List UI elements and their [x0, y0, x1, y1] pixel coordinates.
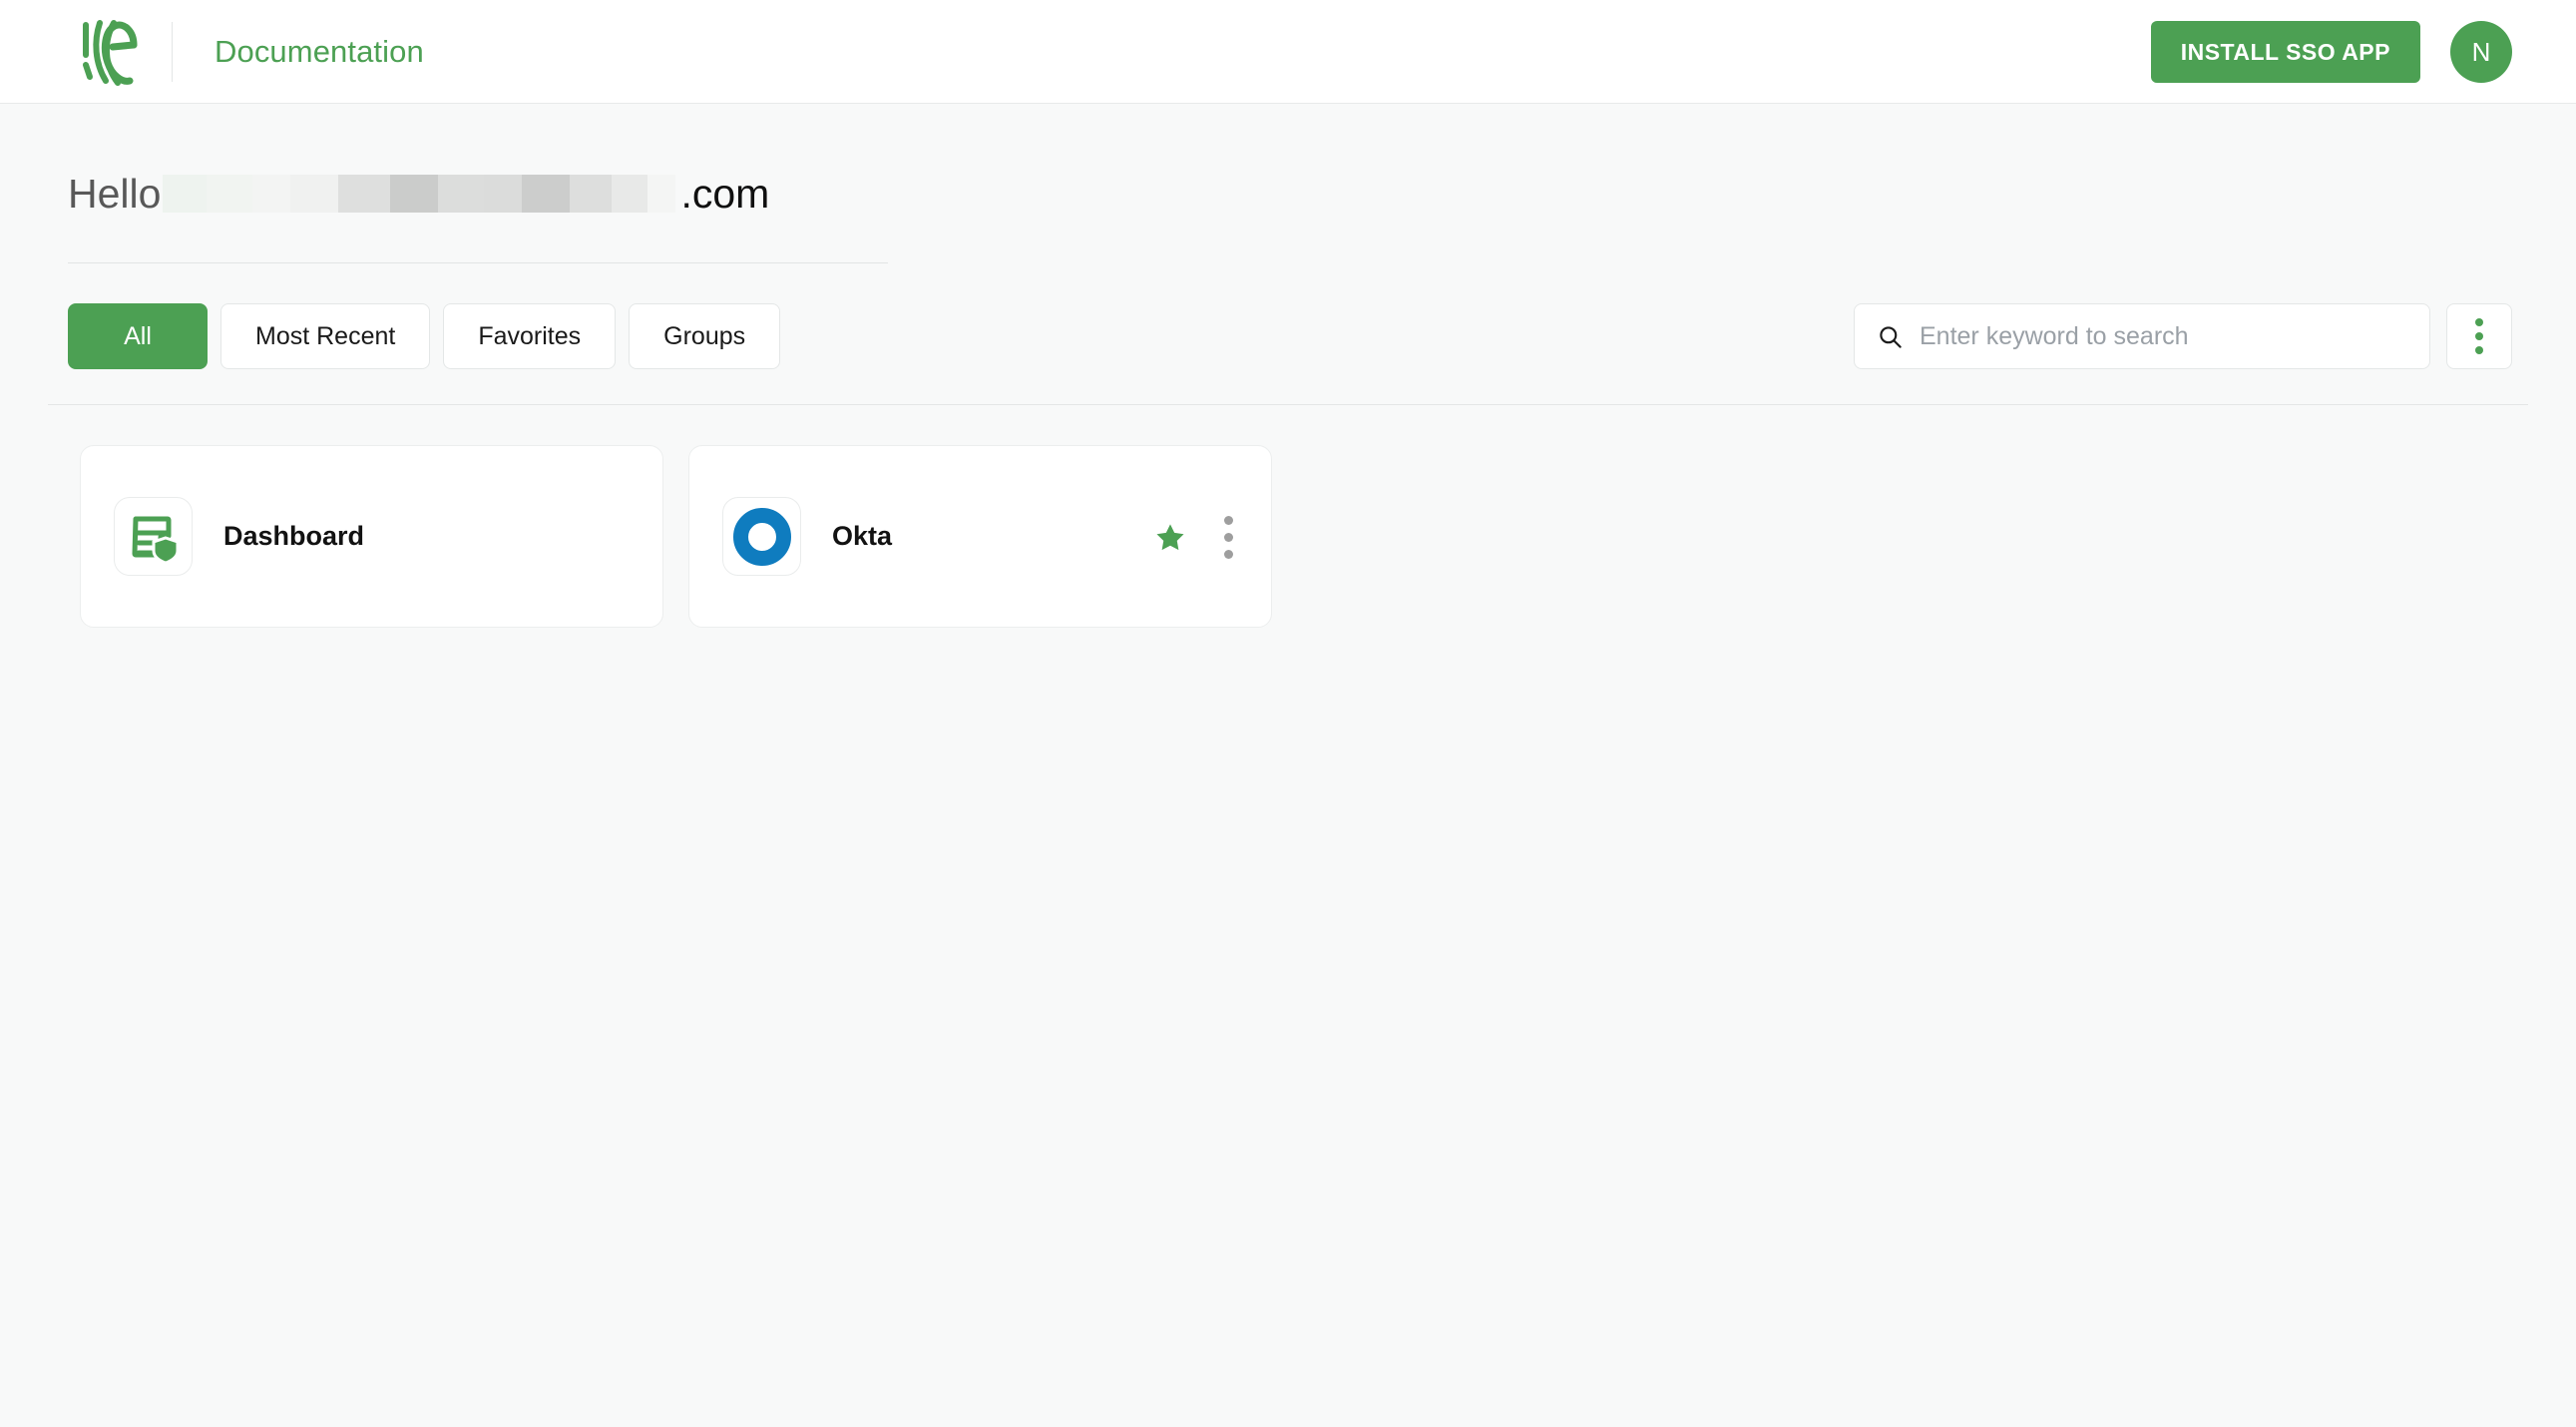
- app-card-overflow-menu-button[interactable]: [1215, 515, 1241, 561]
- ellie-logo-icon[interactable]: [78, 15, 140, 89]
- greeting-section: Hello .com: [68, 166, 888, 263]
- greeting-divider: [68, 262, 888, 263]
- kebab-dot-icon: [2475, 318, 2483, 326]
- app-card-actions: [1153, 446, 1241, 629]
- filter-tabs: All Most Recent Favorites Groups: [68, 303, 781, 369]
- app-card-grid: Dashboard Okta: [0, 445, 2576, 628]
- search-icon: [1877, 323, 1904, 350]
- toolbar-divider: [48, 404, 2528, 405]
- install-sso-app-button[interactable]: INSTALL SSO APP: [2150, 21, 2420, 83]
- brand-divider: [172, 21, 173, 82]
- greeting-domain-label: .com: [680, 171, 770, 217]
- favorite-star-icon[interactable]: [1153, 521, 1187, 555]
- filter-toolbar: All Most Recent Favorites Groups: [0, 301, 2576, 371]
- top-bar-actions: INSTALL SSO APP N: [2150, 0, 2512, 104]
- tab-most-recent[interactable]: Most Recent: [220, 303, 431, 369]
- kebab-dot-icon: [2475, 332, 2483, 340]
- app-card-dashboard[interactable]: Dashboard: [80, 445, 663, 628]
- okta-ring-icon: [732, 507, 791, 566]
- tab-favorites[interactable]: Favorites: [443, 303, 617, 369]
- search-area: [1854, 301, 2512, 371]
- app-icon-container: [114, 497, 193, 576]
- app-card-okta[interactable]: Okta: [688, 445, 1272, 628]
- app-name-label: Dashboard: [223, 521, 365, 551]
- kebab-dot-icon: [1223, 533, 1233, 542]
- kebab-dot-icon: [1223, 550, 1233, 559]
- user-avatar[interactable]: N: [2450, 21, 2512, 83]
- page-title: Documentation: [215, 33, 424, 69]
- search-input[interactable]: [1920, 305, 2429, 367]
- tab-all[interactable]: All: [68, 303, 208, 369]
- kebab-dot-icon: [2475, 346, 2483, 354]
- dashboard-shield-icon: [128, 511, 180, 563]
- kebab-dot-icon: [1223, 516, 1233, 525]
- greeting-line: Hello .com: [68, 166, 888, 222]
- top-navigation-bar: Documentation INSTALL SSO APP N: [0, 0, 2576, 104]
- app-name-label: Okta: [832, 521, 893, 551]
- app-icon-container: [722, 497, 801, 576]
- redacted-email-block: [163, 175, 676, 213]
- main-content: Hello .com All Most Recent Favorites Gro…: [0, 166, 2576, 628]
- greeting-hello-label: Hello: [68, 171, 162, 217]
- brand-area: Documentation: [78, 0, 424, 104]
- toolbar-overflow-menu-button[interactable]: [2446, 303, 2512, 369]
- search-box[interactable]: [1854, 303, 2430, 369]
- tab-groups[interactable]: Groups: [629, 303, 781, 369]
